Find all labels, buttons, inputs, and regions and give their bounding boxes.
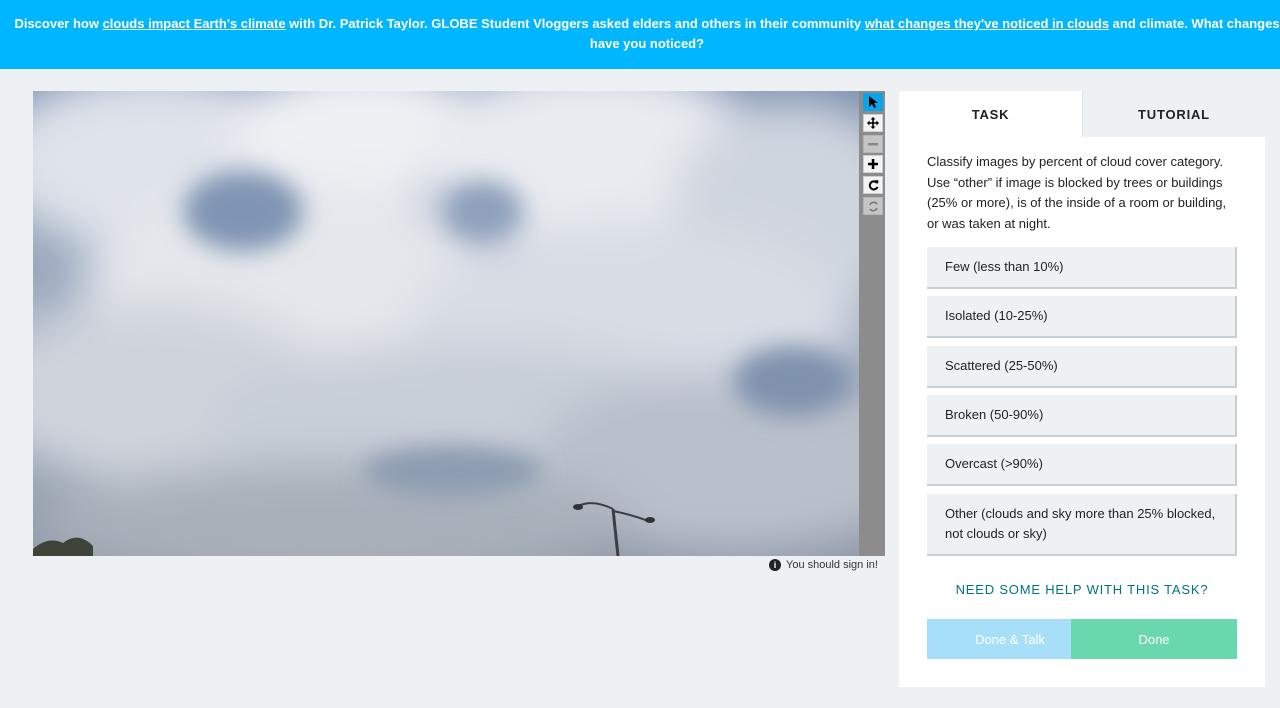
answer-overcast[interactable]: Overcast (>90%) [927,444,1237,486]
answer-isolated[interactable]: Isolated (10-25%) [927,296,1237,338]
banner-link-changes-noticed[interactable]: what changes they've noticed in clouds [865,16,1109,31]
answer-other[interactable]: Other (clouds and sky more than 25% bloc… [927,494,1237,556]
answer-scattered[interactable]: Scattered (25-50%) [927,346,1237,388]
answer-label: Scattered (25-50%) [945,358,1058,373]
cloud-image [33,91,859,556]
banner-text-2: with Dr. Patrick Taylor. GLOBE Student V… [285,16,865,31]
panel-tabs: TASK TUTORIAL [899,91,1265,137]
answer-few[interactable]: Few (less than 10%) [927,247,1237,289]
done-and-talk-button[interactable]: Done & Talk [927,619,1093,659]
rotate-icon[interactable] [863,176,883,194]
pointer-icon[interactable] [863,93,883,111]
move-icon[interactable] [863,114,883,132]
answer-label: Isolated (10-25%) [945,308,1048,323]
subject-viewer [33,91,885,556]
banner-link-clouds-climate[interactable]: clouds impact Earth's climate [103,16,286,31]
banner-text-1: Discover how [14,16,103,31]
answer-label: Other (clouds and sky more than 25% bloc… [945,506,1216,541]
task-panel: TASK TUTORIAL Classify images by percent… [899,91,1265,687]
answer-label: Broken (50-90%) [945,407,1044,422]
sign-in-notice: i You should sign in! [769,559,878,571]
announcement-banner: Discover how clouds impact Earth's clima… [0,0,1280,69]
zoom-out-icon[interactable] [863,135,883,153]
info-icon: i [769,559,781,571]
viewer-toolbar [859,91,885,556]
done-button[interactable]: Done [1071,619,1237,659]
answer-label: Overcast (>90%) [945,456,1043,471]
zoom-in-icon[interactable] [863,155,883,173]
sign-in-text: You should sign in! [786,559,878,571]
need-help-link[interactable]: NEED SOME HELP WITH THIS TASK? [927,582,1237,597]
reset-icon[interactable] [863,197,883,215]
answer-broken[interactable]: Broken (50-90%) [927,395,1237,437]
tab-task[interactable]: TASK [899,91,1082,137]
sky-photo[interactable] [33,91,859,556]
task-instructions: Classify images by percent of cloud cove… [927,154,1227,231]
tab-tutorial[interactable]: TUTORIAL [1082,91,1265,137]
answer-label: Few (less than 10%) [945,259,1064,274]
